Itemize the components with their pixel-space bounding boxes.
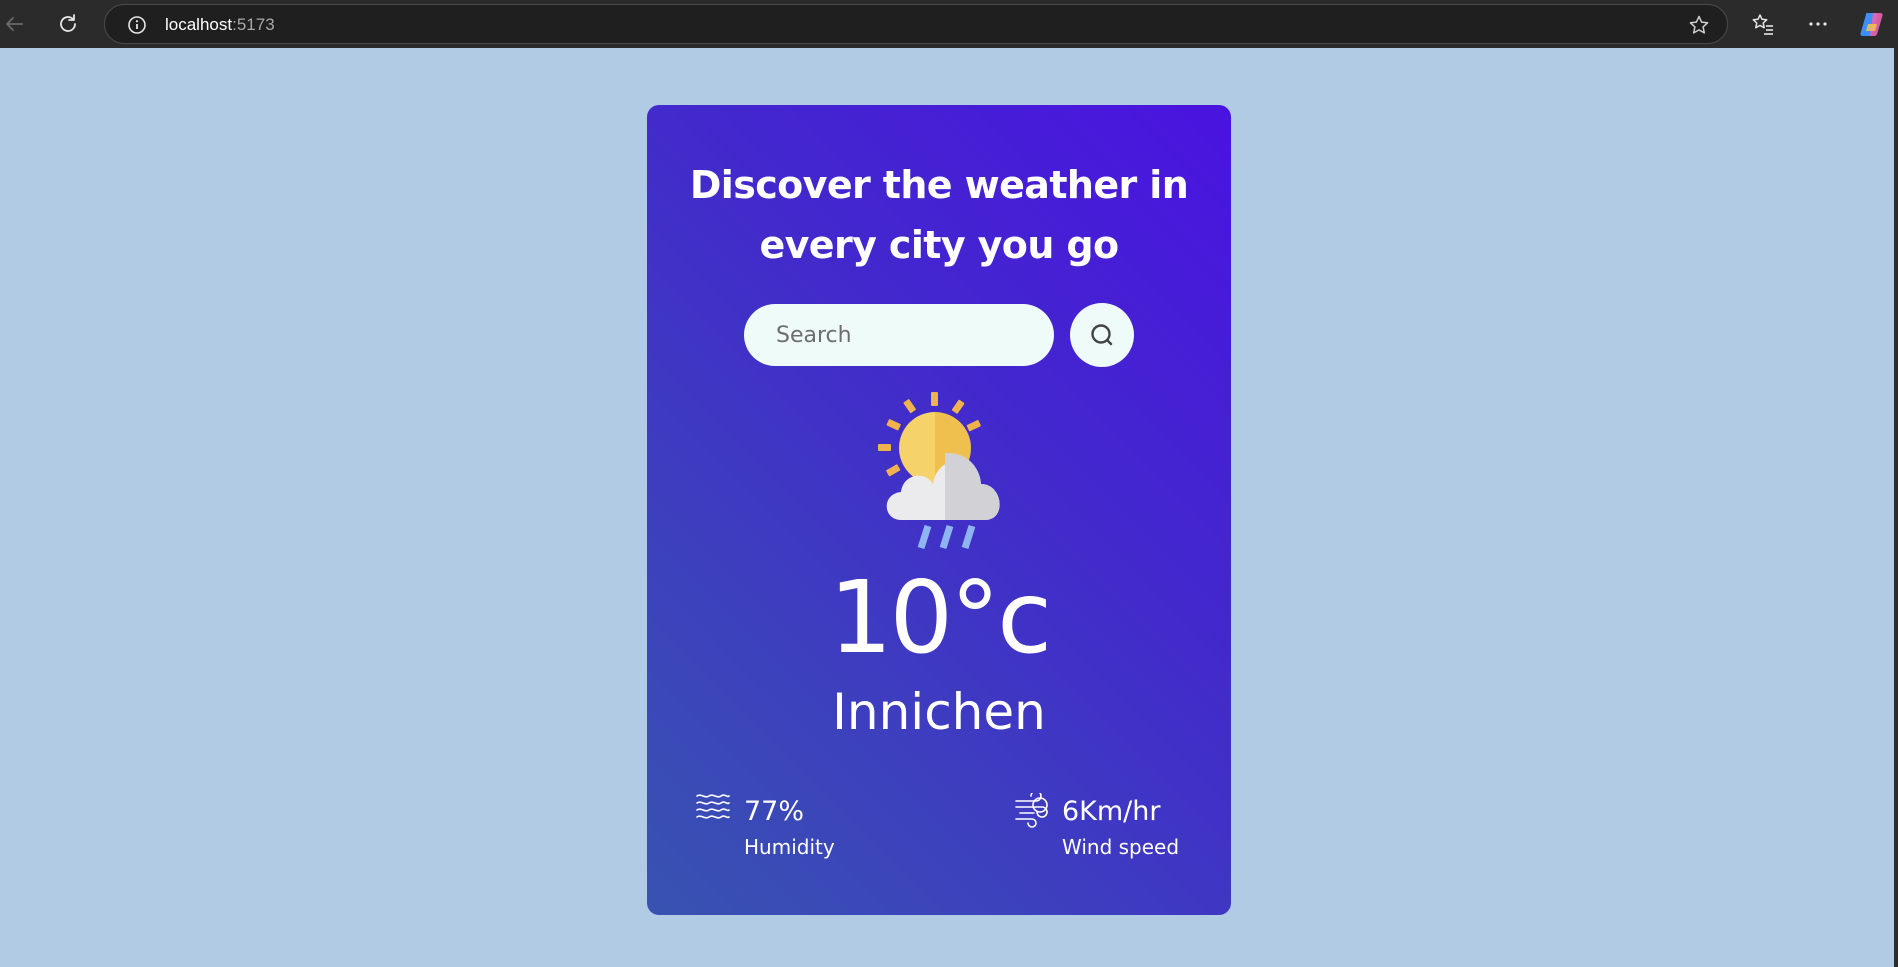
info-icon[interactable] (125, 13, 149, 37)
window-edge (1894, 48, 1898, 967)
favorites-icon[interactable] (1745, 6, 1781, 42)
humidity-label: Humidity (744, 835, 835, 859)
search-button[interactable] (1070, 303, 1134, 367)
url-host: localhost (165, 15, 233, 34)
humidity-waves-icon (696, 794, 730, 819)
search-icon (1091, 324, 1113, 346)
reload-icon[interactable] (50, 6, 86, 42)
back-arrow-icon[interactable] (0, 6, 32, 42)
temperature-value: 10°c (828, 559, 1052, 676)
wind-icon (1015, 793, 1048, 828)
wind-speed-value: 6Km/hr (1062, 796, 1161, 827)
star-icon[interactable] (1687, 13, 1711, 37)
page-viewport: Discover the weather in every city you g… (0, 48, 1894, 967)
browser-toolbar: localhost:5173 (0, 0, 1898, 48)
humidity-value: 77% (744, 796, 805, 827)
wind-speed-label: Wind speed (1062, 835, 1180, 859)
more-icon[interactable] (1800, 6, 1836, 42)
city-name: Innichen (832, 683, 1046, 741)
weather-card: Discover the weather in every city you g… (647, 105, 1231, 915)
search-input[interactable] (744, 304, 1054, 366)
url-text[interactable]: localhost:5173 (165, 15, 275, 35)
page-title: Discover the weather in every city you g… (689, 163, 1189, 267)
copilot-icon[interactable] (1854, 6, 1890, 42)
url-port: :5173 (232, 15, 275, 34)
address-bar[interactable]: localhost:5173 (104, 4, 1728, 44)
sun-cloud-rain-icon (878, 392, 1000, 550)
